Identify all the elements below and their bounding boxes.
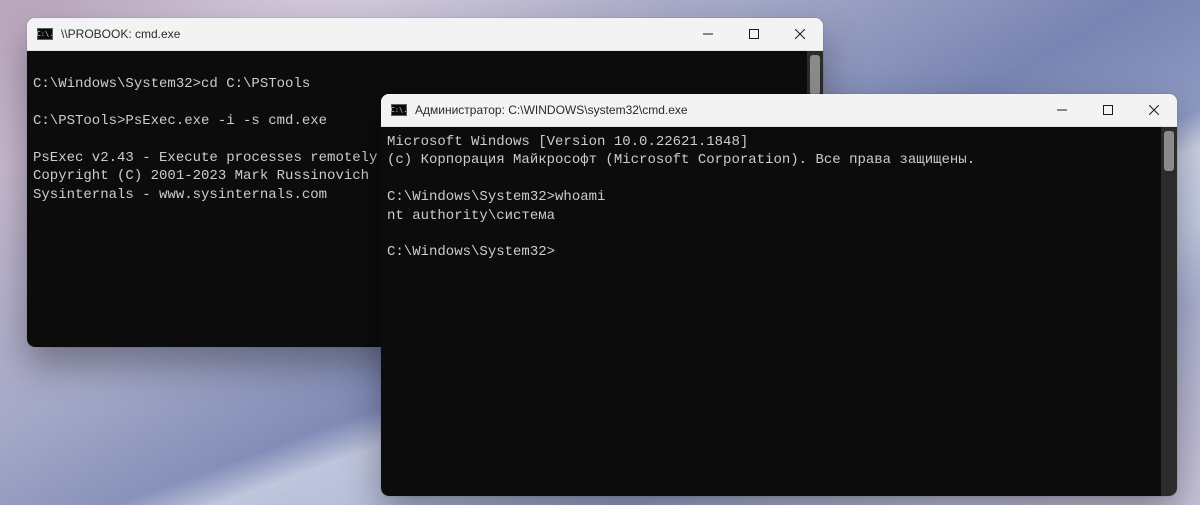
- console-output[interactable]: Microsoft Windows [Version 10.0.22621.18…: [381, 127, 1161, 496]
- minimize-button[interactable]: [685, 18, 731, 50]
- minimize-button[interactable]: [1039, 94, 1085, 126]
- close-button[interactable]: [1131, 94, 1177, 126]
- window-title: Администратор: C:\WINDOWS\system32\cmd.e…: [415, 103, 688, 117]
- desktop-background: C:\. \\PROBOOK: cmd.exe C:\Windows\Syste…: [0, 0, 1200, 505]
- maximize-button[interactable]: [1085, 94, 1131, 126]
- cmd-window-admin[interactable]: C:\. Администратор: C:\WINDOWS\system32\…: [381, 94, 1177, 496]
- scrollbar[interactable]: [1161, 127, 1177, 496]
- maximize-button[interactable]: [731, 18, 777, 50]
- scrollbar-thumb[interactable]: [1164, 131, 1174, 171]
- client-area: Microsoft Windows [Version 10.0.22621.18…: [381, 127, 1177, 496]
- titlebar[interactable]: C:\. \\PROBOOK: cmd.exe: [27, 18, 823, 51]
- cmd-icon: C:\.: [391, 102, 407, 118]
- window-title: \\PROBOOK: cmd.exe: [61, 27, 180, 41]
- scrollbar-thumb[interactable]: [810, 55, 820, 95]
- close-button[interactable]: [777, 18, 823, 50]
- titlebar[interactable]: C:\. Администратор: C:\WINDOWS\system32\…: [381, 94, 1177, 127]
- cmd-icon: C:\.: [37, 26, 53, 42]
